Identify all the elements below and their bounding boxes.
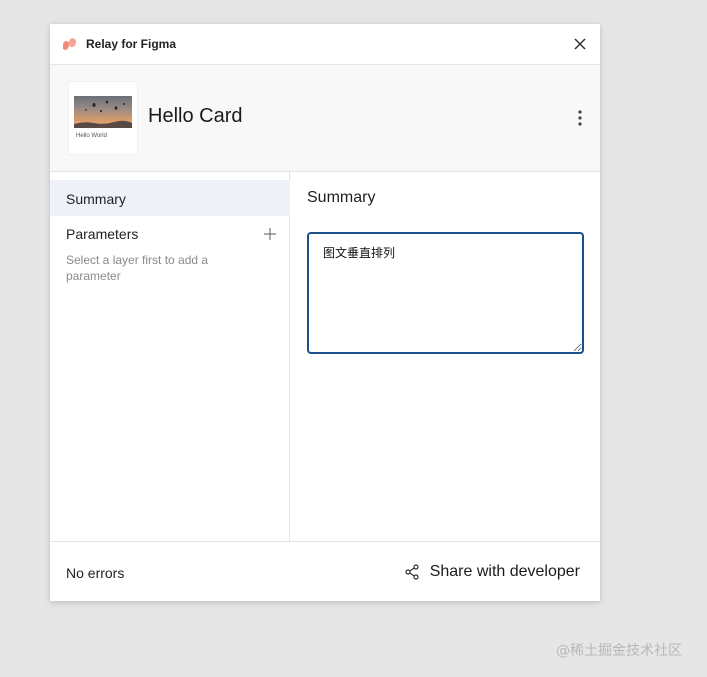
- component-header: Hello World Hello Card: [50, 65, 600, 172]
- thumbnail-caption: Hello World: [76, 133, 107, 139]
- share-icon: [405, 564, 419, 580]
- component-thumbnail: Hello World: [68, 81, 138, 155]
- summary-panel: Summary 图文垂直排列: [291, 172, 600, 541]
- watermark: @稀土掘金技术社区: [556, 643, 682, 659]
- share-with-developer-button[interactable]: Share with developer: [404, 561, 580, 583]
- parameters-hint: Select a layer first to add a parameter: [66, 253, 209, 283]
- title-bar: Relay for Figma: [50, 24, 600, 65]
- panel-body: Summary Parameters Select a layer first …: [50, 172, 600, 541]
- close-icon[interactable]: [572, 36, 588, 52]
- summary-textarea[interactable]: 图文垂直排列: [307, 232, 584, 354]
- footer: No errors Share with developer: [50, 541, 600, 601]
- component-title: Hello Card: [148, 105, 243, 127]
- relay-logo-icon: [63, 38, 77, 50]
- sidebar-item-label: Summary: [66, 191, 126, 207]
- app-title: Relay for Figma: [86, 37, 177, 51]
- plus-icon[interactable]: [263, 227, 277, 241]
- sidebar-item-summary[interactable]: Summary: [50, 180, 290, 216]
- relay-plugin-window: Relay for Figma Hello World Hello Card S…: [50, 24, 600, 601]
- summary-title: Summary: [307, 189, 376, 206]
- parameters-heading: Parameters: [66, 226, 139, 242]
- balloons-image: [74, 96, 132, 128]
- sidebar: Summary Parameters Select a layer first …: [50, 172, 290, 541]
- share-label: Share with developer: [429, 563, 580, 580]
- more-vertical-icon[interactable]: [574, 108, 586, 128]
- error-status: No errors: [66, 565, 125, 581]
